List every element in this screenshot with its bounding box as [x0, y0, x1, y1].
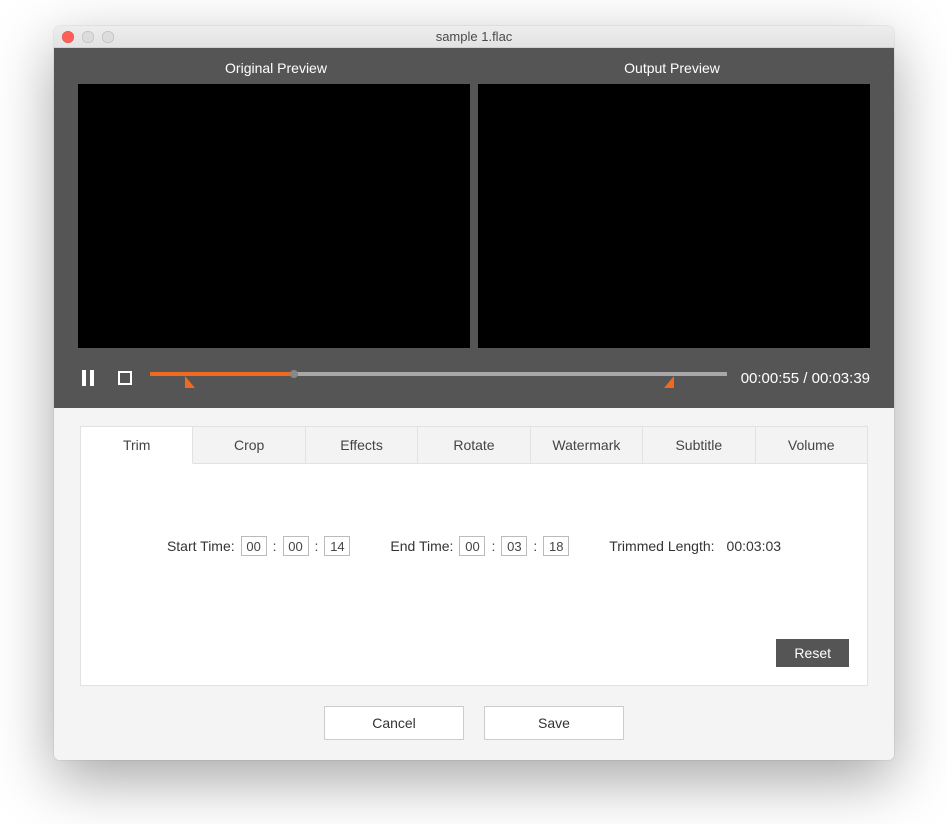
- colon-icon: :: [315, 538, 319, 554]
- tab-volume[interactable]: Volume: [756, 427, 867, 463]
- settings-area: Trim Crop Effects Rotate Watermark Subti…: [54, 408, 894, 760]
- settings-panel: Trim Crop Effects Rotate Watermark Subti…: [80, 426, 868, 686]
- end-time-label: End Time:: [390, 538, 453, 554]
- end-time-group: End Time: : :: [390, 536, 569, 556]
- pause-icon: [82, 370, 96, 386]
- start-mm-input[interactable]: [283, 536, 309, 556]
- trim-start-handle[interactable]: [185, 376, 195, 388]
- titlebar: sample 1.flac: [54, 26, 894, 48]
- start-ss-input[interactable]: [324, 536, 350, 556]
- stop-button[interactable]: [114, 367, 136, 389]
- footer-buttons: Cancel Save: [80, 706, 868, 740]
- reset-button[interactable]: Reset: [776, 639, 849, 667]
- end-mm-input[interactable]: [501, 536, 527, 556]
- current-time: 00:00:55: [741, 370, 799, 387]
- tab-effects[interactable]: Effects: [306, 427, 418, 463]
- tab-subtitle[interactable]: Subtitle: [643, 427, 755, 463]
- total-time: 00:03:39: [812, 370, 870, 387]
- time-separator: /: [799, 370, 812, 387]
- editor-window: sample 1.flac Original Preview Output Pr…: [54, 26, 894, 760]
- start-time-label: Start Time:: [167, 538, 235, 554]
- tab-watermark[interactable]: Watermark: [531, 427, 643, 463]
- tab-rotate[interactable]: Rotate: [418, 427, 530, 463]
- cancel-button[interactable]: Cancel: [324, 706, 464, 740]
- pause-button[interactable]: [78, 367, 100, 389]
- tab-crop[interactable]: Crop: [193, 427, 305, 463]
- end-hh-input[interactable]: [459, 536, 485, 556]
- original-preview: [78, 84, 470, 348]
- trim-panel: Start Time: : : End Time: : :: [81, 464, 867, 685]
- output-preview: [478, 84, 870, 348]
- timeline-slider[interactable]: [150, 366, 727, 390]
- trimmed-length-group: Trimmed Length: 00:03:03: [609, 538, 781, 554]
- playhead[interactable]: [290, 370, 298, 378]
- trimmed-length-value: 00:03:03: [727, 538, 782, 554]
- end-ss-input[interactable]: [543, 536, 569, 556]
- output-preview-label: Output Preview: [474, 60, 870, 76]
- window-title: sample 1.flac: [54, 29, 894, 44]
- original-preview-label: Original Preview: [78, 60, 474, 76]
- colon-icon: :: [491, 538, 495, 554]
- tab-trim[interactable]: Trim: [81, 427, 193, 464]
- save-button[interactable]: Save: [484, 706, 624, 740]
- preview-area: Original Preview Output Preview 00:0: [54, 48, 894, 408]
- timeline-fill: [150, 372, 294, 376]
- time-display: 00:00:55 / 00:03:39: [741, 370, 870, 387]
- trimmed-length-label: Trimmed Length:: [609, 538, 714, 554]
- playback-controls: 00:00:55 / 00:03:39: [78, 366, 870, 390]
- trim-end-handle[interactable]: [664, 376, 674, 388]
- colon-icon: :: [273, 538, 277, 554]
- stop-icon: [118, 371, 132, 385]
- start-time-group: Start Time: : :: [167, 536, 350, 556]
- tabs: Trim Crop Effects Rotate Watermark Subti…: [81, 427, 867, 464]
- colon-icon: :: [533, 538, 537, 554]
- start-hh-input[interactable]: [241, 536, 267, 556]
